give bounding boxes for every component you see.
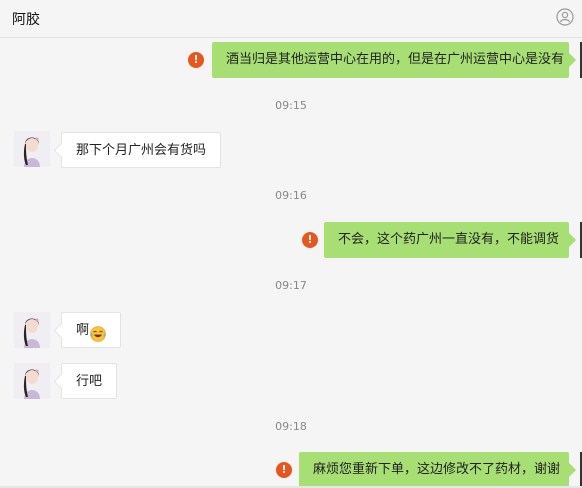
incoming-message-bubble[interactable]: 啊 [61,312,122,348]
outgoing-message-bubble[interactable]: 酒当归是其他运营中心在用的，但是在广州运营中心是没有 [212,42,569,78]
timestamp: 09:18 [275,420,307,433]
incoming-message-bubble[interactable]: 那下个月广州会有货吗 [61,132,222,168]
send-failed-icon[interactable]: ! [188,52,204,68]
contact-avatar[interactable] [14,363,50,399]
message-text: 不会，这个药广州一直没有，不能调货 [338,232,560,247]
send-failed-icon[interactable]: ! [302,232,318,248]
message-text: 麻烦您重新下单，这边修改不了药材，谢谢 [313,462,561,477]
contact-avatar[interactable] [14,131,50,167]
timestamp: 09:16 [275,189,307,202]
contact-avatar[interactable] [14,312,50,348]
message-text: 那下个月广州会有货吗 [76,143,207,158]
profile-icon[interactable] [556,8,574,26]
timestamp: 09:15 [275,99,307,112]
chat-header: 阿胶 [0,0,582,38]
incoming-message-bubble[interactable]: 行吧 [61,363,118,399]
message-text: 行吧 [76,374,103,389]
outgoing-message-bubble[interactable]: 麻烦您重新下单，这边修改不了药材，谢谢 [299,452,569,488]
message-text: 酒当归是其他运营中心在用的，但是在广州运营中心是没有 [226,52,565,67]
chat-title: 阿胶 [12,12,40,28]
laughing-tears-emoji-icon [90,321,106,342]
outgoing-message-bubble[interactable]: 不会，这个药广州一直没有，不能调货 [324,222,569,258]
timestamp: 09:17 [275,279,307,292]
message-text: 啊 [76,323,90,338]
send-failed-icon[interactable]: ! [276,462,292,478]
chat-window: 阿胶 ! 酒当归是其他运营中心在用的，但是在广州运营中心是没有 09:15 那下… [0,0,582,488]
